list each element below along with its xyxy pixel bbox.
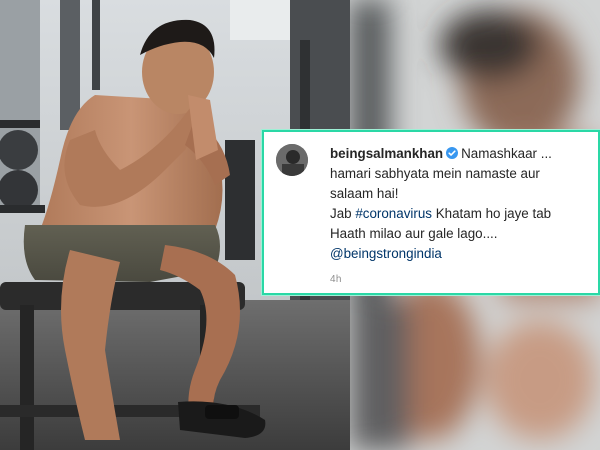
profile-avatar[interactable] [276, 144, 308, 176]
caption-text-jab: Jab [330, 206, 356, 221]
verified-badge-icon [446, 147, 459, 159]
mention-link[interactable]: @beingstrongindia [330, 244, 592, 264]
caption-text-khatam: Khatam ho jaye tab [431, 206, 552, 221]
instagram-caption-card: beingsalmankhan Namashkaar ... hamari sab… [262, 130, 600, 295]
caption-line-5: Haath milao aur gale lago.... [330, 226, 498, 241]
caption-text-start: Namashkaar ... [461, 146, 552, 161]
hashtag-link[interactable]: #coronavirus [355, 206, 432, 221]
caption-line-4: Jab #coronavirus Khatam ho jaye tab [330, 204, 592, 224]
screenshot-scene: beingsalmankhan Namashkaar ... hamari sab… [0, 0, 600, 450]
avatar-image [276, 144, 308, 176]
caption-line-3: salaam hai! [330, 186, 399, 201]
caption-line-1: beingsalmankhan Namashkaar ... [330, 144, 592, 164]
post-caption: beingsalmankhan Namashkaar ... hamari sab… [330, 144, 592, 264]
post-timestamp[interactable]: 4h [330, 274, 342, 285]
username-link[interactable]: beingsalmankhan [330, 146, 443, 161]
caption-line-2: hamari sabhyata mein namaste aur [330, 166, 540, 181]
